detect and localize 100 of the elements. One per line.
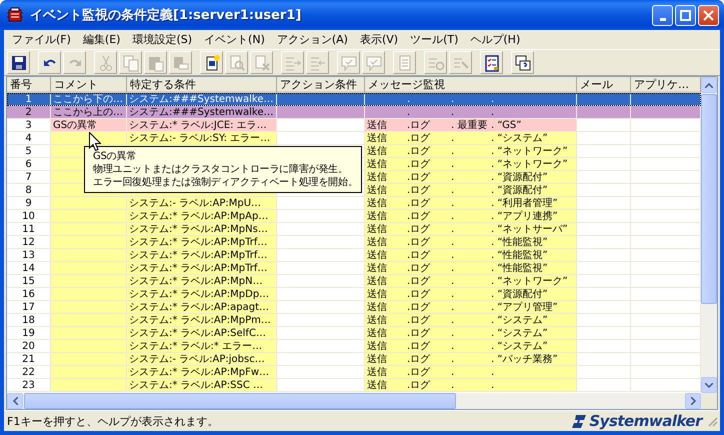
table-cell bbox=[577, 301, 631, 314]
caret-right-icon bbox=[690, 397, 696, 405]
table-cell: システム:* ラベル:* エラー… bbox=[127, 340, 277, 353]
status-text: F1キーを押すと、ヘルプが表示されます。 bbox=[7, 414, 220, 428]
scroll-up-button[interactable] bbox=[701, 77, 717, 93]
scroll-down-button[interactable] bbox=[701, 377, 717, 393]
table-cell: 送信 .ログ . . “バッチ業務” bbox=[365, 353, 577, 366]
close-button[interactable] bbox=[698, 4, 719, 26]
table-cell bbox=[577, 93, 631, 106]
table-cell: 送信 .ログ . . “システム” bbox=[365, 132, 577, 145]
speech-check-icon bbox=[364, 54, 382, 72]
tooltip-text: 物理ユニットまたはクラスタコントローラに障害が発生。 bbox=[93, 163, 349, 176]
table-cell: システム:###Systemwalke… bbox=[127, 106, 277, 119]
menu-item[interactable]: イベント(N) bbox=[198, 32, 271, 47]
save-button[interactable] bbox=[7, 51, 30, 74]
table-cell: 送信 .ログ . . “性能監視” bbox=[365, 249, 577, 262]
table-cell: 送信 .ログ . . “システム” bbox=[365, 340, 577, 353]
table-cell bbox=[577, 119, 631, 132]
table-cell: システム:* ラベル:AP:MpAp… bbox=[127, 210, 277, 223]
scroll-left-button[interactable] bbox=[7, 393, 23, 409]
menu-item[interactable]: 表示(V) bbox=[354, 32, 404, 47]
table-cell bbox=[631, 93, 701, 106]
row-number: 2 bbox=[7, 106, 51, 119]
table-cell: システム:###Systemwalke… bbox=[127, 93, 277, 106]
table-cell: システム:* ラベル:AP:MpDp… bbox=[127, 288, 277, 301]
checklist-button[interactable] bbox=[480, 51, 503, 74]
table-cell: 送信 .ログ . . “アプリ管理” bbox=[365, 301, 577, 314]
table-cell: システム:* ラベル:AP:SSC … bbox=[127, 379, 277, 392]
table-cell bbox=[577, 132, 631, 145]
table-cell bbox=[577, 353, 631, 366]
row-number: 1 bbox=[7, 93, 51, 106]
table-cell bbox=[577, 262, 631, 275]
table-cell bbox=[577, 366, 631, 379]
caret-left-icon bbox=[12, 397, 18, 405]
table-cell bbox=[577, 158, 631, 171]
table-cell: システム:* ラベル:AP:MpNs… bbox=[127, 223, 277, 236]
table-cell bbox=[577, 327, 631, 340]
maximize-icon bbox=[680, 10, 691, 20]
table-cell bbox=[577, 145, 631, 158]
table-cell: システム:* ラベル:AP:MpFw… bbox=[127, 366, 277, 379]
minimize-button[interactable] bbox=[652, 4, 673, 26]
table-cell: システム:* ラベル:AP:MpTrf… bbox=[127, 262, 277, 275]
table-cell: 送信 .ログ . . “利用者管理” bbox=[365, 197, 577, 210]
table-cell: . . . bbox=[365, 106, 577, 119]
menu-item[interactable]: ヘルプ(H) bbox=[464, 32, 526, 47]
table-cell bbox=[577, 171, 631, 184]
menu-item[interactable]: アクション(A) bbox=[270, 32, 354, 47]
table-cell: . . . bbox=[365, 93, 577, 106]
caret-down-icon bbox=[705, 382, 713, 388]
save-icon bbox=[10, 54, 28, 72]
menu-item[interactable]: 編集(E) bbox=[76, 32, 126, 47]
table-cell bbox=[577, 314, 631, 327]
table-cell: 送信 .ログ . . “性能監視” bbox=[365, 262, 577, 275]
tooltip-text: エラー回復処理または強制ディアクティベート処理を開始。 bbox=[93, 176, 358, 189]
table-cell: システム:* ラベル:AP:MpN… bbox=[127, 275, 277, 288]
help-window-button[interactable] bbox=[511, 51, 534, 74]
help-window-icon bbox=[514, 54, 532, 72]
table-cell bbox=[577, 249, 631, 262]
table-cell: システム:* ラベル:AP:MpTrf… bbox=[127, 236, 277, 249]
new-item-button[interactable] bbox=[200, 51, 223, 74]
window-title: イベント監視の条件定義[1:server1:user1] bbox=[30, 6, 302, 24]
table-cell: システム:* ラベル:AP:apagt… bbox=[127, 301, 277, 314]
table-cell bbox=[577, 210, 631, 223]
table-cell: システム:- ラベル:AP:jobsc… bbox=[127, 353, 277, 366]
logo-icon bbox=[572, 414, 588, 428]
tooltip-text: GSの異常 bbox=[93, 150, 138, 163]
table-cell bbox=[577, 379, 631, 392]
scrollbar-thumb[interactable] bbox=[701, 94, 717, 304]
table-cell: ここから下の… bbox=[51, 93, 127, 106]
table-cell: 送信 .ログ . . “ネットワーク” bbox=[365, 275, 577, 288]
table-cell: ここから上の… bbox=[51, 106, 127, 119]
table-cell: システム:* ラベル:AP:MpTrf… bbox=[127, 249, 277, 262]
close-icon bbox=[703, 10, 714, 20]
table-cell bbox=[577, 223, 631, 236]
menu-item[interactable]: ツール(T) bbox=[404, 32, 464, 47]
table-cell bbox=[577, 275, 631, 288]
table-cell bbox=[577, 236, 631, 249]
table-cell: システム:- ラベル:AP:MpU… bbox=[127, 197, 277, 210]
delete-icon bbox=[252, 54, 270, 72]
scroll-right-button[interactable] bbox=[685, 393, 701, 409]
table-cell: 送信 .ログ . 最重要 . “GS” bbox=[365, 119, 577, 132]
scrollbar-thumb[interactable] bbox=[24, 393, 456, 409]
app-icon bbox=[6, 6, 24, 24]
table-cell: 送信 .ログ . . “ネットワーク” bbox=[365, 145, 577, 158]
logo-text: Systemwalker bbox=[589, 412, 702, 430]
table-cell: システム:* ラベル:AP:SelfC… bbox=[127, 327, 277, 340]
copy-icon bbox=[122, 54, 140, 72]
caret-up-icon bbox=[705, 82, 713, 88]
undo-button[interactable] bbox=[38, 51, 61, 74]
speech-check-icon bbox=[340, 54, 358, 72]
table-cell: 送信 .ログ . . “ネットワーク” bbox=[365, 158, 577, 171]
table-cell: 送信 .ログ . . “ネットサーバ” bbox=[365, 223, 577, 236]
maximize-button[interactable] bbox=[675, 4, 696, 26]
table-cell: 送信 .ログ . . “システム” bbox=[365, 327, 577, 340]
table-cell bbox=[577, 288, 631, 301]
table-cell bbox=[577, 197, 631, 210]
menu-item[interactable]: 環境設定(S) bbox=[126, 32, 198, 47]
menu-item[interactable]: ファイル(F) bbox=[6, 32, 77, 47]
minimize-icon bbox=[660, 18, 666, 20]
resize-grip-icon[interactable] bbox=[706, 415, 718, 427]
